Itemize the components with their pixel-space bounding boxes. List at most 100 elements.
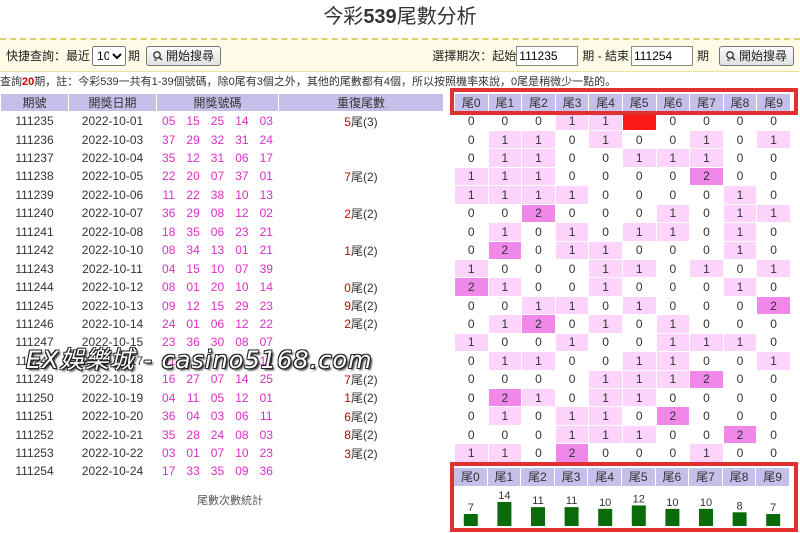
row-tail-cell: 0 xyxy=(554,203,590,224)
table-row: 111243 2022-10-11 04 15 10 07 39 1 0 0 0 1 1 0 1 0 1 xyxy=(0,258,791,279)
tail-count-label: 7 xyxy=(468,502,474,514)
table-row: 111252 2022-10-21 35 28 24 08 03 8尾(2) 0 0 0 1 1 1 0 0 2… xyxy=(0,424,791,445)
row-number: 07 xyxy=(229,258,255,279)
row-number: 01 xyxy=(253,166,279,187)
tail-count-bar xyxy=(564,507,579,526)
row-repeat-tail xyxy=(277,222,444,242)
tail-count-label: 14 xyxy=(498,490,510,502)
row-tail-cell: 1 xyxy=(655,351,691,371)
stats-header-tail-5: 尾5 xyxy=(621,468,656,486)
repeat-tail-digit: 3 xyxy=(344,446,351,461)
row-number: 35 xyxy=(155,148,182,168)
row-period: 111245 xyxy=(0,295,69,316)
row-repeat-tail: 3尾(2) xyxy=(277,443,444,463)
row-tail-cell: 0 xyxy=(453,148,489,168)
row-tail-cell: 0 xyxy=(689,314,724,334)
row-tail-cell: 0 xyxy=(621,185,657,205)
row-tail-cell: 1 xyxy=(655,314,691,334)
row-repeat-tail: 8尾(2) xyxy=(277,424,444,445)
row-tail-cell: 1 xyxy=(756,203,791,224)
row-tail-cell: 1 xyxy=(554,222,590,242)
row-gap xyxy=(442,295,455,316)
range-query-group: 選擇期次：起始 期 - 結束 期 開始搜尋 xyxy=(432,45,794,66)
row-period: 111252 xyxy=(0,424,69,445)
row-tail-cell: 1 xyxy=(521,295,556,316)
stats-header-tail-2: 尾2 xyxy=(521,468,555,486)
row-period: 111239 xyxy=(0,185,69,205)
row-period: 111250 xyxy=(0,387,69,408)
row-tail-cell: 0 xyxy=(521,424,556,445)
row-gap xyxy=(442,277,455,297)
row-number: 02 xyxy=(253,203,279,224)
row-tail-cell: 0 xyxy=(756,240,791,260)
end-period-input[interactable] xyxy=(630,45,693,66)
range-end-unit: 期 xyxy=(696,49,709,63)
repeat-tail-count: 尾(2) xyxy=(350,243,378,258)
row-tail-cell: 0 xyxy=(588,166,623,187)
repeat-tail-digit: 9 xyxy=(344,299,351,314)
row-gap xyxy=(442,129,455,150)
row-tail-cell: 0 xyxy=(521,111,556,131)
row-tail-cell: 0 xyxy=(689,387,724,408)
stats-header-tail-1: 尾1 xyxy=(487,468,522,486)
row-tail-cell: 0 xyxy=(689,203,724,224)
row-tail-cell: 1 xyxy=(621,387,657,408)
table-row: 111238 2022-10-05 22 20 07 37 01 7尾(2) 1 1 1 0 0 0 0 2 0… xyxy=(0,166,791,187)
tail-count-bar xyxy=(732,512,747,526)
row-gap xyxy=(442,222,455,242)
repeat-tail-count: 尾(2) xyxy=(350,299,378,314)
row-number: 10 xyxy=(204,258,231,279)
row-tail-cell: 0 xyxy=(453,406,489,426)
row-date: 2022-10-20 xyxy=(68,406,157,426)
row-tail-cell: 1 xyxy=(588,277,623,297)
row-tail-cell: 0 xyxy=(554,277,590,297)
row-number: 12 xyxy=(229,387,255,408)
row-tail-cell: 2 xyxy=(756,295,791,316)
quick-query-select[interactable]: 10 xyxy=(92,45,127,66)
row-date: 2022-10-11 xyxy=(68,258,157,279)
row-number: 31 xyxy=(229,129,255,150)
stats-header-tail-7: 尾7 xyxy=(689,468,723,486)
row-tail-cell: 0 xyxy=(655,166,691,187)
row-number: 12 xyxy=(229,203,255,224)
row-number: 01 xyxy=(180,277,206,297)
row-tail-cell: 2 xyxy=(722,424,758,445)
row-period: 111246 xyxy=(0,314,69,334)
row-tail-cell: 2 xyxy=(521,203,556,224)
row-tail-cell: 0 xyxy=(521,332,556,353)
start-period-input[interactable] xyxy=(516,45,579,66)
range-search-button[interactable]: 開始搜尋 xyxy=(718,45,794,66)
row-tail-cell: 0 xyxy=(722,166,758,187)
stats-header-tail-3: 尾3 xyxy=(554,468,589,486)
row-number: 14 xyxy=(229,111,255,131)
row-tail-cell: 0 xyxy=(722,111,758,131)
row-number: 06 xyxy=(204,314,231,334)
quick-search-button[interactable]: 開始搜尋 xyxy=(146,45,222,66)
table-row: 111240 2022-10-07 36 29 08 12 02 2尾(2) 0 0 2 0 0 0 1 0 1… xyxy=(0,203,791,224)
row-tail-cell: 1 xyxy=(554,111,590,131)
row-tail-cell: 0 xyxy=(689,351,724,371)
repeat-tail-digit: 6 xyxy=(344,409,351,424)
row-gap xyxy=(442,148,455,168)
row-tail-cell: 1 xyxy=(588,369,623,390)
tail-count-bar xyxy=(665,508,680,526)
row-number: 05 xyxy=(155,111,182,131)
tail-count-bar xyxy=(699,508,713,526)
row-tail-cell: 0 xyxy=(588,185,623,205)
row-date: 2022-10-19 xyxy=(68,387,157,408)
table-row: 111242 2022-10-10 08 34 13 01 21 1尾(2) 0 2 0 1 1 0 0 0 1… xyxy=(0,240,791,260)
stats-header-tail-8: 尾8 xyxy=(722,468,757,486)
row-tail-cell: 0 xyxy=(722,148,758,168)
row-number: 29 xyxy=(180,129,206,150)
repeat-tail-digit: 2 xyxy=(344,206,351,221)
row-tail-cell: 0 xyxy=(756,369,791,390)
row-tail-cell: 1 xyxy=(554,406,590,426)
row-number: 07 xyxy=(204,443,231,463)
row-tail-cell: 0 xyxy=(655,258,691,279)
row-number: 24 xyxy=(204,424,231,445)
row-tail-cell: 2 xyxy=(521,314,556,334)
tail-count-bar xyxy=(463,514,478,526)
row-number: 13 xyxy=(204,240,231,260)
repeat-tail-digit: 2 xyxy=(344,317,351,332)
row-tail-cell: 1 xyxy=(756,258,791,279)
